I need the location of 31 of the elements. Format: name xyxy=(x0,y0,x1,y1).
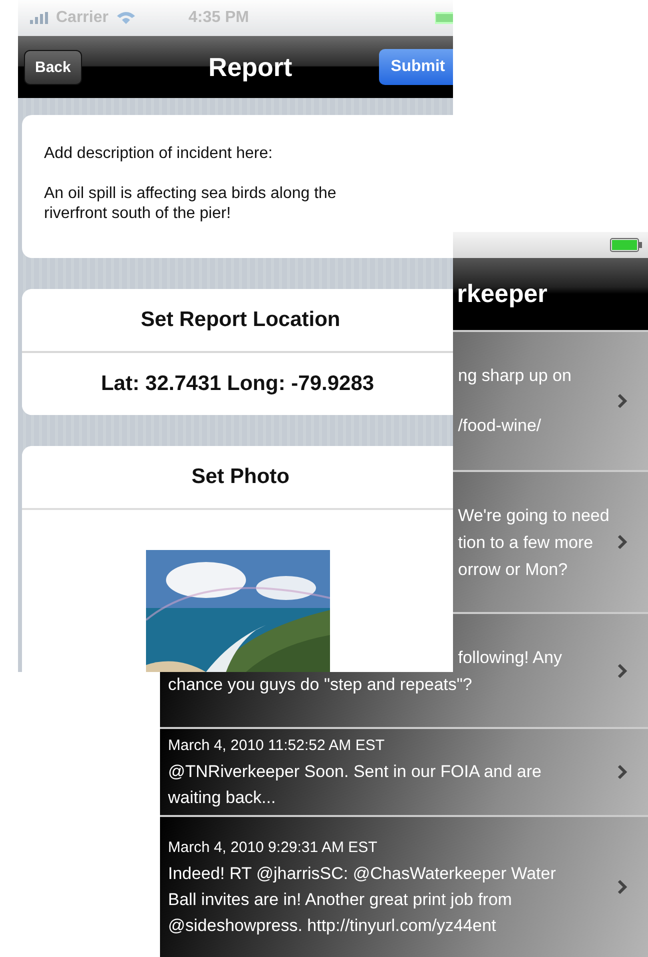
signal-icon xyxy=(30,12,48,24)
tweet-text: @sideshowpress. http://tinyurl.com/yz44ent xyxy=(168,915,496,937)
battery-icon xyxy=(435,12,453,24)
battery-icon xyxy=(610,238,642,252)
tweet-text: waiting back... xyxy=(168,787,276,809)
chevron-icon xyxy=(617,764,628,780)
chevron-icon xyxy=(617,393,628,409)
tweet-text: We're going to need xyxy=(458,504,610,526)
tweet-text: orrow or Mon? xyxy=(458,558,568,580)
tweet-text: ng sharp up on xyxy=(458,365,572,387)
tweet-text: Ball invites are in! Another great print job from xyxy=(168,889,512,911)
tweet-date: March 4, 2010 11:52:52 AM EST xyxy=(168,736,385,756)
screen-title: Report xyxy=(208,52,292,82)
tweet-text: following! Any xyxy=(458,646,562,668)
tweet-text: chance you guys do "step and repeats"? xyxy=(168,674,472,696)
chevron-icon xyxy=(617,879,628,895)
tweet-date: March 4, 2010 9:29:31 AM EST xyxy=(168,838,378,858)
tweet-text: @TNRiverkeeper Soon. Sent in our FOIA and are xyxy=(168,761,542,783)
tweet-text: Indeed! RT @jharrisSC: @ChasWaterkeeper Water xyxy=(168,863,556,885)
status-time: 4:35 PM xyxy=(188,9,249,27)
chevron-icon xyxy=(617,534,628,550)
submit-button[interactable]: Submit xyxy=(378,49,453,85)
description-field[interactable]: Add description of incident here: An oil spill is affecting sea birds along the riverfront south of the pier! xyxy=(22,115,453,258)
chevron-icon xyxy=(617,662,628,678)
carrier-name: Carrier xyxy=(56,9,108,27)
wifi-icon xyxy=(116,11,136,25)
screen-title: rkeeper xyxy=(457,280,548,308)
coordinates-text: Lat: 32.7431 Long: -79.9283 xyxy=(22,351,453,415)
back-button[interactable]: Back xyxy=(24,50,82,84)
tweet-text: /food-wine/ xyxy=(458,415,542,437)
tweet-text: tion to a few more xyxy=(458,532,594,554)
